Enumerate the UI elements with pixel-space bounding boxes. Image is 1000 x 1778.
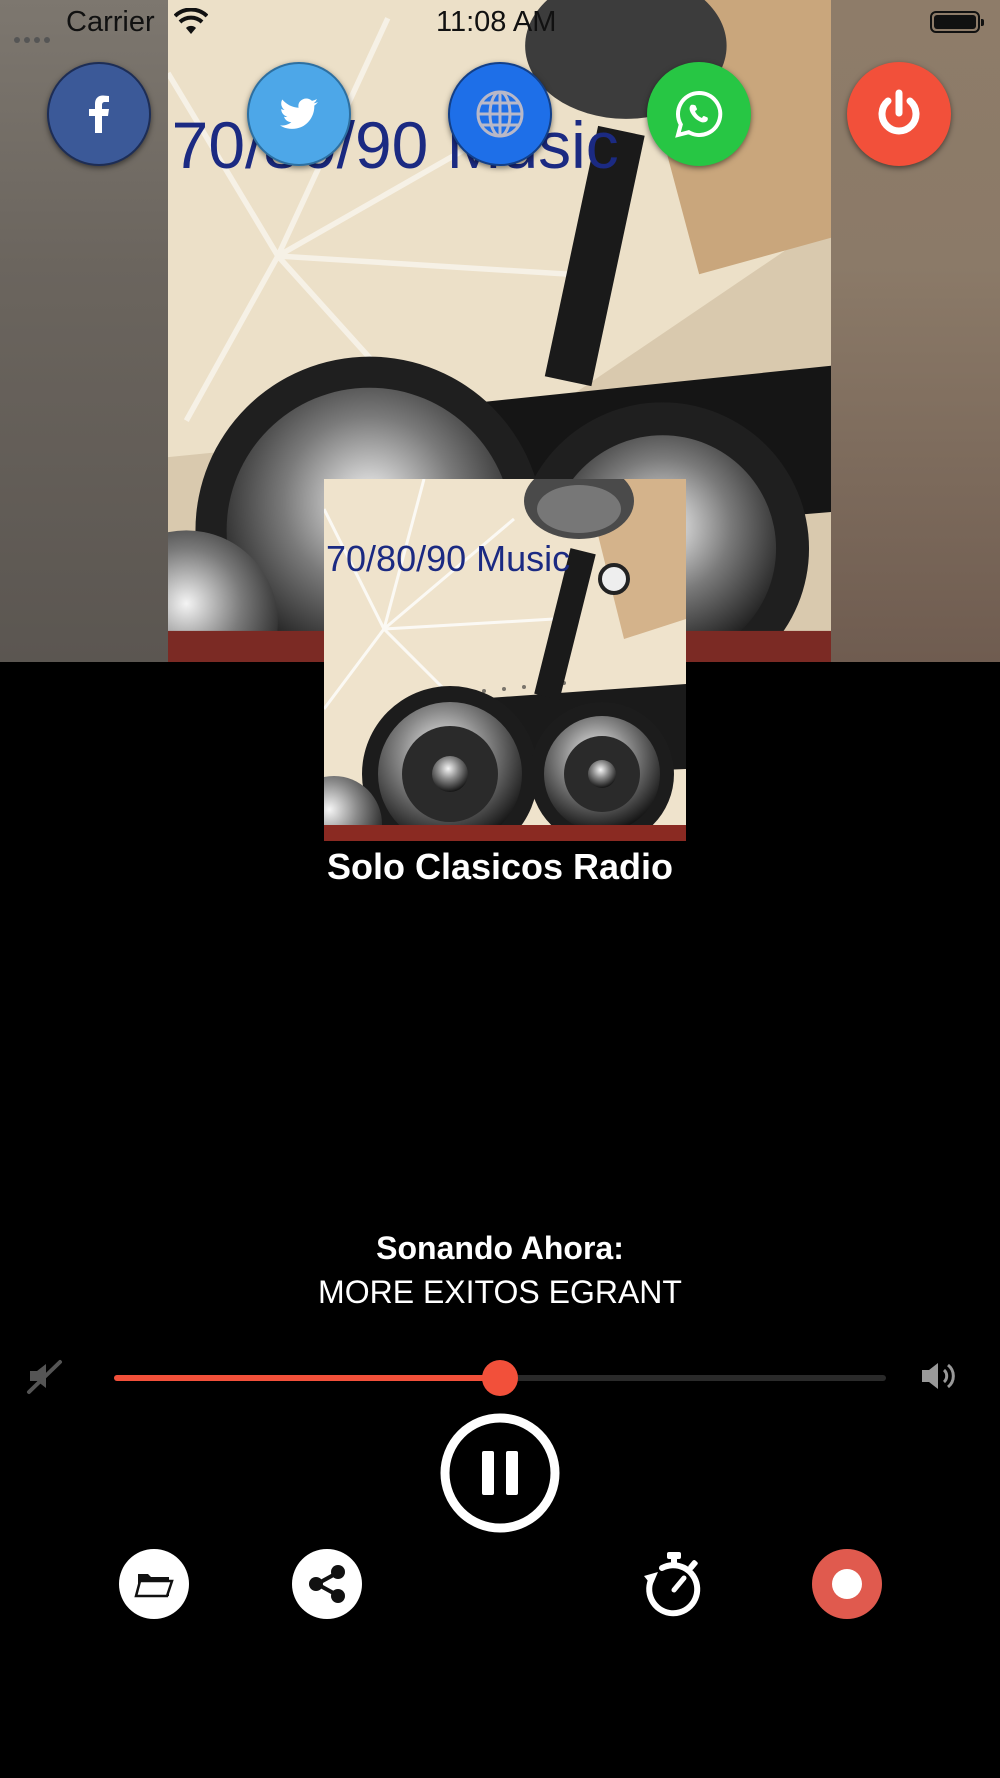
pause-button[interactable] bbox=[438, 1411, 562, 1535]
carrier-name: Carrier bbox=[66, 6, 155, 38]
whatsapp-button[interactable] bbox=[647, 62, 751, 166]
now-playing-song: MORE EXITOS EGRANT bbox=[318, 1274, 682, 1310]
sleep-timer-button[interactable] bbox=[638, 1548, 710, 1620]
clock-time: 11:08 AM bbox=[436, 6, 557, 38]
volume-up-icon[interactable] bbox=[918, 1354, 962, 1398]
battery-icon bbox=[930, 11, 984, 33]
folder-icon bbox=[119, 1549, 189, 1619]
record-button[interactable] bbox=[811, 1548, 883, 1620]
now-playing-label: Sonando Ahora: bbox=[376, 1230, 624, 1266]
cellular-signal-icon bbox=[14, 20, 56, 53]
share-button[interactable] bbox=[291, 1548, 363, 1620]
status-bar: Carrier 11:08 AM bbox=[0, 0, 1000, 46]
power-button[interactable] bbox=[847, 62, 951, 166]
twitter-icon bbox=[279, 98, 318, 129]
wifi-icon bbox=[173, 7, 209, 44]
timer-icon bbox=[644, 1552, 701, 1617]
volume-thumb[interactable] bbox=[482, 1360, 518, 1396]
record-icon bbox=[812, 1549, 882, 1619]
folder-button[interactable] bbox=[118, 1548, 190, 1620]
station-name: Solo Clasicos Radio bbox=[326, 846, 674, 887]
facebook-button[interactable] bbox=[47, 62, 151, 166]
volume-mute-icon[interactable] bbox=[26, 1356, 66, 1396]
album-artwork: 70/80/90 Music bbox=[324, 479, 686, 841]
pause-icon bbox=[440, 1413, 560, 1533]
artwork-caption: 70/80/90 Music bbox=[326, 538, 570, 579]
facebook-icon bbox=[89, 95, 109, 133]
whatsapp-icon bbox=[675, 90, 723, 138]
website-button[interactable] bbox=[448, 62, 552, 166]
volume-slider[interactable] bbox=[114, 1360, 886, 1396]
power-icon bbox=[878, 89, 920, 135]
share-icon bbox=[292, 1549, 362, 1619]
globe-icon bbox=[476, 90, 524, 138]
twitter-button[interactable] bbox=[247, 62, 351, 166]
volume-fill bbox=[114, 1375, 500, 1381]
